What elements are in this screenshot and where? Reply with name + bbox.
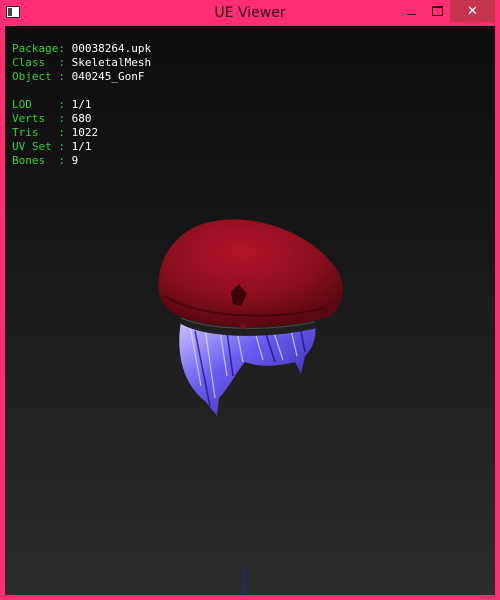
beret-mesh [158, 219, 343, 329]
app-window: UE Viewer ✕ Package: 00038264.upk Class … [0, 0, 500, 600]
hair-mesh [179, 322, 316, 416]
3d-viewport[interactable]: Package: 00038264.upk Class : SkeletalMe… [5, 26, 495, 595]
close-button[interactable]: ✕ [450, 0, 495, 22]
axis-line [244, 568, 245, 595]
skeletal-mesh-render [158, 219, 343, 416]
title-bar[interactable]: UE Viewer ✕ [0, 0, 500, 26]
minimize-button[interactable] [398, 0, 424, 22]
maximize-icon [431, 6, 443, 16]
maximize-button[interactable] [424, 0, 450, 22]
minimize-icon [406, 13, 416, 15]
close-icon: ✕ [467, 3, 478, 19]
